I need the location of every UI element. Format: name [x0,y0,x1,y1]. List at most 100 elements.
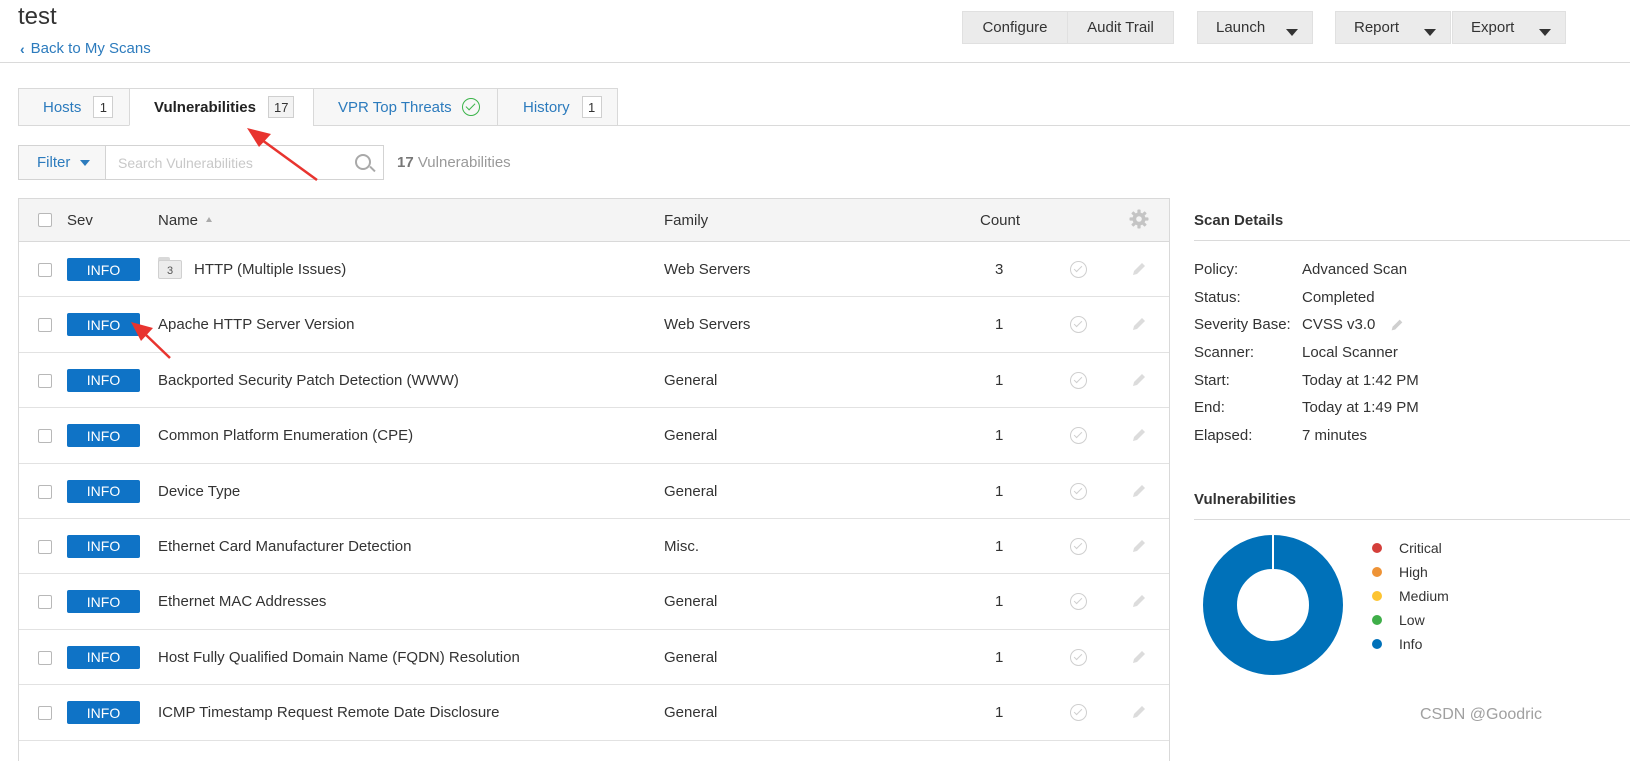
report-label: Report [1354,19,1400,36]
export-button[interactable]: Export [1452,11,1566,44]
check-circle-icon[interactable] [1070,316,1087,334]
vulnerability-name: Device Type [158,482,241,500]
table-row[interactable]: INFO Ethernet MAC Addresses General 1 [19,574,1169,630]
vulnerability-name: Ethernet Card Manufacturer Detection [158,537,412,555]
pencil-icon[interactable] [1130,260,1148,278]
report-button[interactable]: Report [1335,11,1451,44]
tab-count-badge: 17 [267,96,295,118]
table-row[interactable]: INFO Device Type General 1 [19,464,1169,519]
tab-history[interactable]: History 1 [497,88,618,126]
detail-row-severity-base: Severity Base: CVSS v3.0 [1194,311,1419,339]
check-circle-icon[interactable] [1070,537,1087,555]
severity-badge: INFO [67,645,140,669]
scan-details-list: Policy: Advanced Scan Status: Completed Se… [1194,256,1419,449]
detail-value: Completed [1302,288,1375,306]
detail-value: Today at 1:42 PM [1302,371,1419,389]
table-row[interactable]: INFO Host Fully Qualified Domain Name (F… [19,630,1169,686]
vulnerability-name: Backported Security Patch Detection (WWW… [158,371,459,389]
vulnerability-count-cell: 1 [995,316,1004,334]
pencil-icon[interactable] [1130,315,1148,333]
row-checkbox[interactable] [38,373,52,388]
legend-dot [1372,639,1382,649]
row-checkbox[interactable] [38,263,52,277]
check-circle-icon[interactable] [1070,261,1087,278]
severity-donut-chart[interactable] [1202,534,1344,676]
pencil-icon[interactable] [1130,371,1148,389]
column-name[interactable]: Name [158,212,213,229]
pencil-icon[interactable] [1130,537,1148,555]
export-label: Export [1471,19,1515,36]
pencil-icon[interactable] [1389,317,1405,333]
table-row[interactable]: INFO Common Platform Enumeration (CPE) G… [19,408,1169,464]
filter-button[interactable]: Filter [18,145,106,180]
back-link-label: Back to My Scans [30,40,151,57]
detail-value: Local Scanner [1302,344,1398,362]
vulnerabilities-panel-divider [1194,519,1630,520]
detail-label: End: [1194,399,1225,417]
pencil-icon[interactable] [1130,703,1148,721]
table-row[interactable]: INFO Ethernet Card Manufacturer Detectio… [19,519,1169,575]
back-to-scans-link[interactable]: ‹ Back to My Scans [20,40,151,57]
detail-label: Severity Base: [1194,316,1291,334]
check-circle-icon[interactable] [1070,482,1087,500]
select-all-checkbox[interactable] [38,213,52,227]
check-circle-icon[interactable] [1070,593,1087,611]
table-row[interactable]: INFO ICMP Timestamp Request Remote Date … [19,685,1169,741]
launch-button[interactable]: Launch [1197,11,1313,44]
row-checkbox[interactable] [38,539,52,554]
detail-label: Start: [1194,371,1230,389]
pencil-icon[interactable] [1130,482,1148,500]
search-icon[interactable] [355,154,371,170]
vulnerability-count-cell: 1 [995,593,1004,611]
column-family[interactable]: Family [664,212,708,229]
pencil-icon[interactable] [1130,648,1148,666]
tab-vpr-top-threats[interactable]: VPR Top Threats [313,88,497,126]
vulnerability-count-cell: 3 [995,261,1004,278]
pencil-icon[interactable] [1130,592,1148,610]
search-box [105,145,384,180]
scan-details-divider [1194,240,1630,241]
severity-badge: INFO [67,258,140,281]
legend-item-high[interactable]: High [1372,560,1449,584]
table-row[interactable]: INFO 3 HTTP (Multiple Issues) Web Server… [19,242,1169,298]
pencil-icon[interactable] [1130,426,1148,444]
detail-row-elapsed: Elapsed: 7 minutes [1194,422,1419,450]
tab-vulnerabilities[interactable]: Vulnerabilities 17 [129,88,313,126]
check-circle-icon[interactable] [1070,371,1087,389]
legend-item-medium[interactable]: Medium [1372,584,1449,608]
row-checkbox[interactable] [38,706,52,721]
column-sev[interactable]: Sev [67,212,93,229]
table-row[interactable]: INFO Apache HTTP Server Version Web Serv… [19,297,1169,353]
check-circle-icon[interactable] [1070,427,1087,445]
tab-hosts[interactable]: Hosts 1 [18,88,129,126]
legend-label: Info [1399,636,1423,652]
legend-item-info[interactable]: Info [1372,632,1449,656]
audit-trail-button[interactable]: Audit Trail [1067,11,1174,44]
vulnerability-count-cell: 1 [995,704,1004,722]
row-checkbox[interactable] [38,484,52,499]
severity-legend: Critical High Medium Low Info [1372,536,1449,656]
tab-label: History [523,98,570,116]
row-checkbox[interactable] [38,318,52,333]
caret-down-icon [1539,23,1551,40]
row-checkbox[interactable] [38,429,52,444]
legend-item-critical[interactable]: Critical [1372,536,1449,560]
check-circle-icon[interactable] [1070,648,1087,666]
column-count[interactable]: Count [980,212,1020,229]
vulnerability-name: Host Fully Qualified Domain Name (FQDN) … [158,648,520,666]
page-title: test [18,3,57,30]
configure-button[interactable]: Configure [962,11,1068,44]
vulnerabilities-table: Sev Name Family Count INFO 3 HTTP (Multi… [18,198,1170,761]
search-input[interactable] [106,146,336,179]
vulnerability-family: General [664,427,718,445]
row-checkbox[interactable] [38,650,52,665]
vulnerability-family: General [664,648,718,666]
vulnerability-name: Common Platform Enumeration (CPE) [158,427,414,445]
gear-icon[interactable] [1129,209,1149,229]
table-row[interactable]: INFO Backported Security Patch Detection… [19,353,1169,409]
legend-item-low[interactable]: Low [1372,608,1449,632]
check-circle-icon[interactable] [1070,704,1087,722]
row-checkbox[interactable] [38,595,52,610]
vulnerability-family: General [664,482,718,500]
tab-label: VPR Top Threats [338,98,452,116]
